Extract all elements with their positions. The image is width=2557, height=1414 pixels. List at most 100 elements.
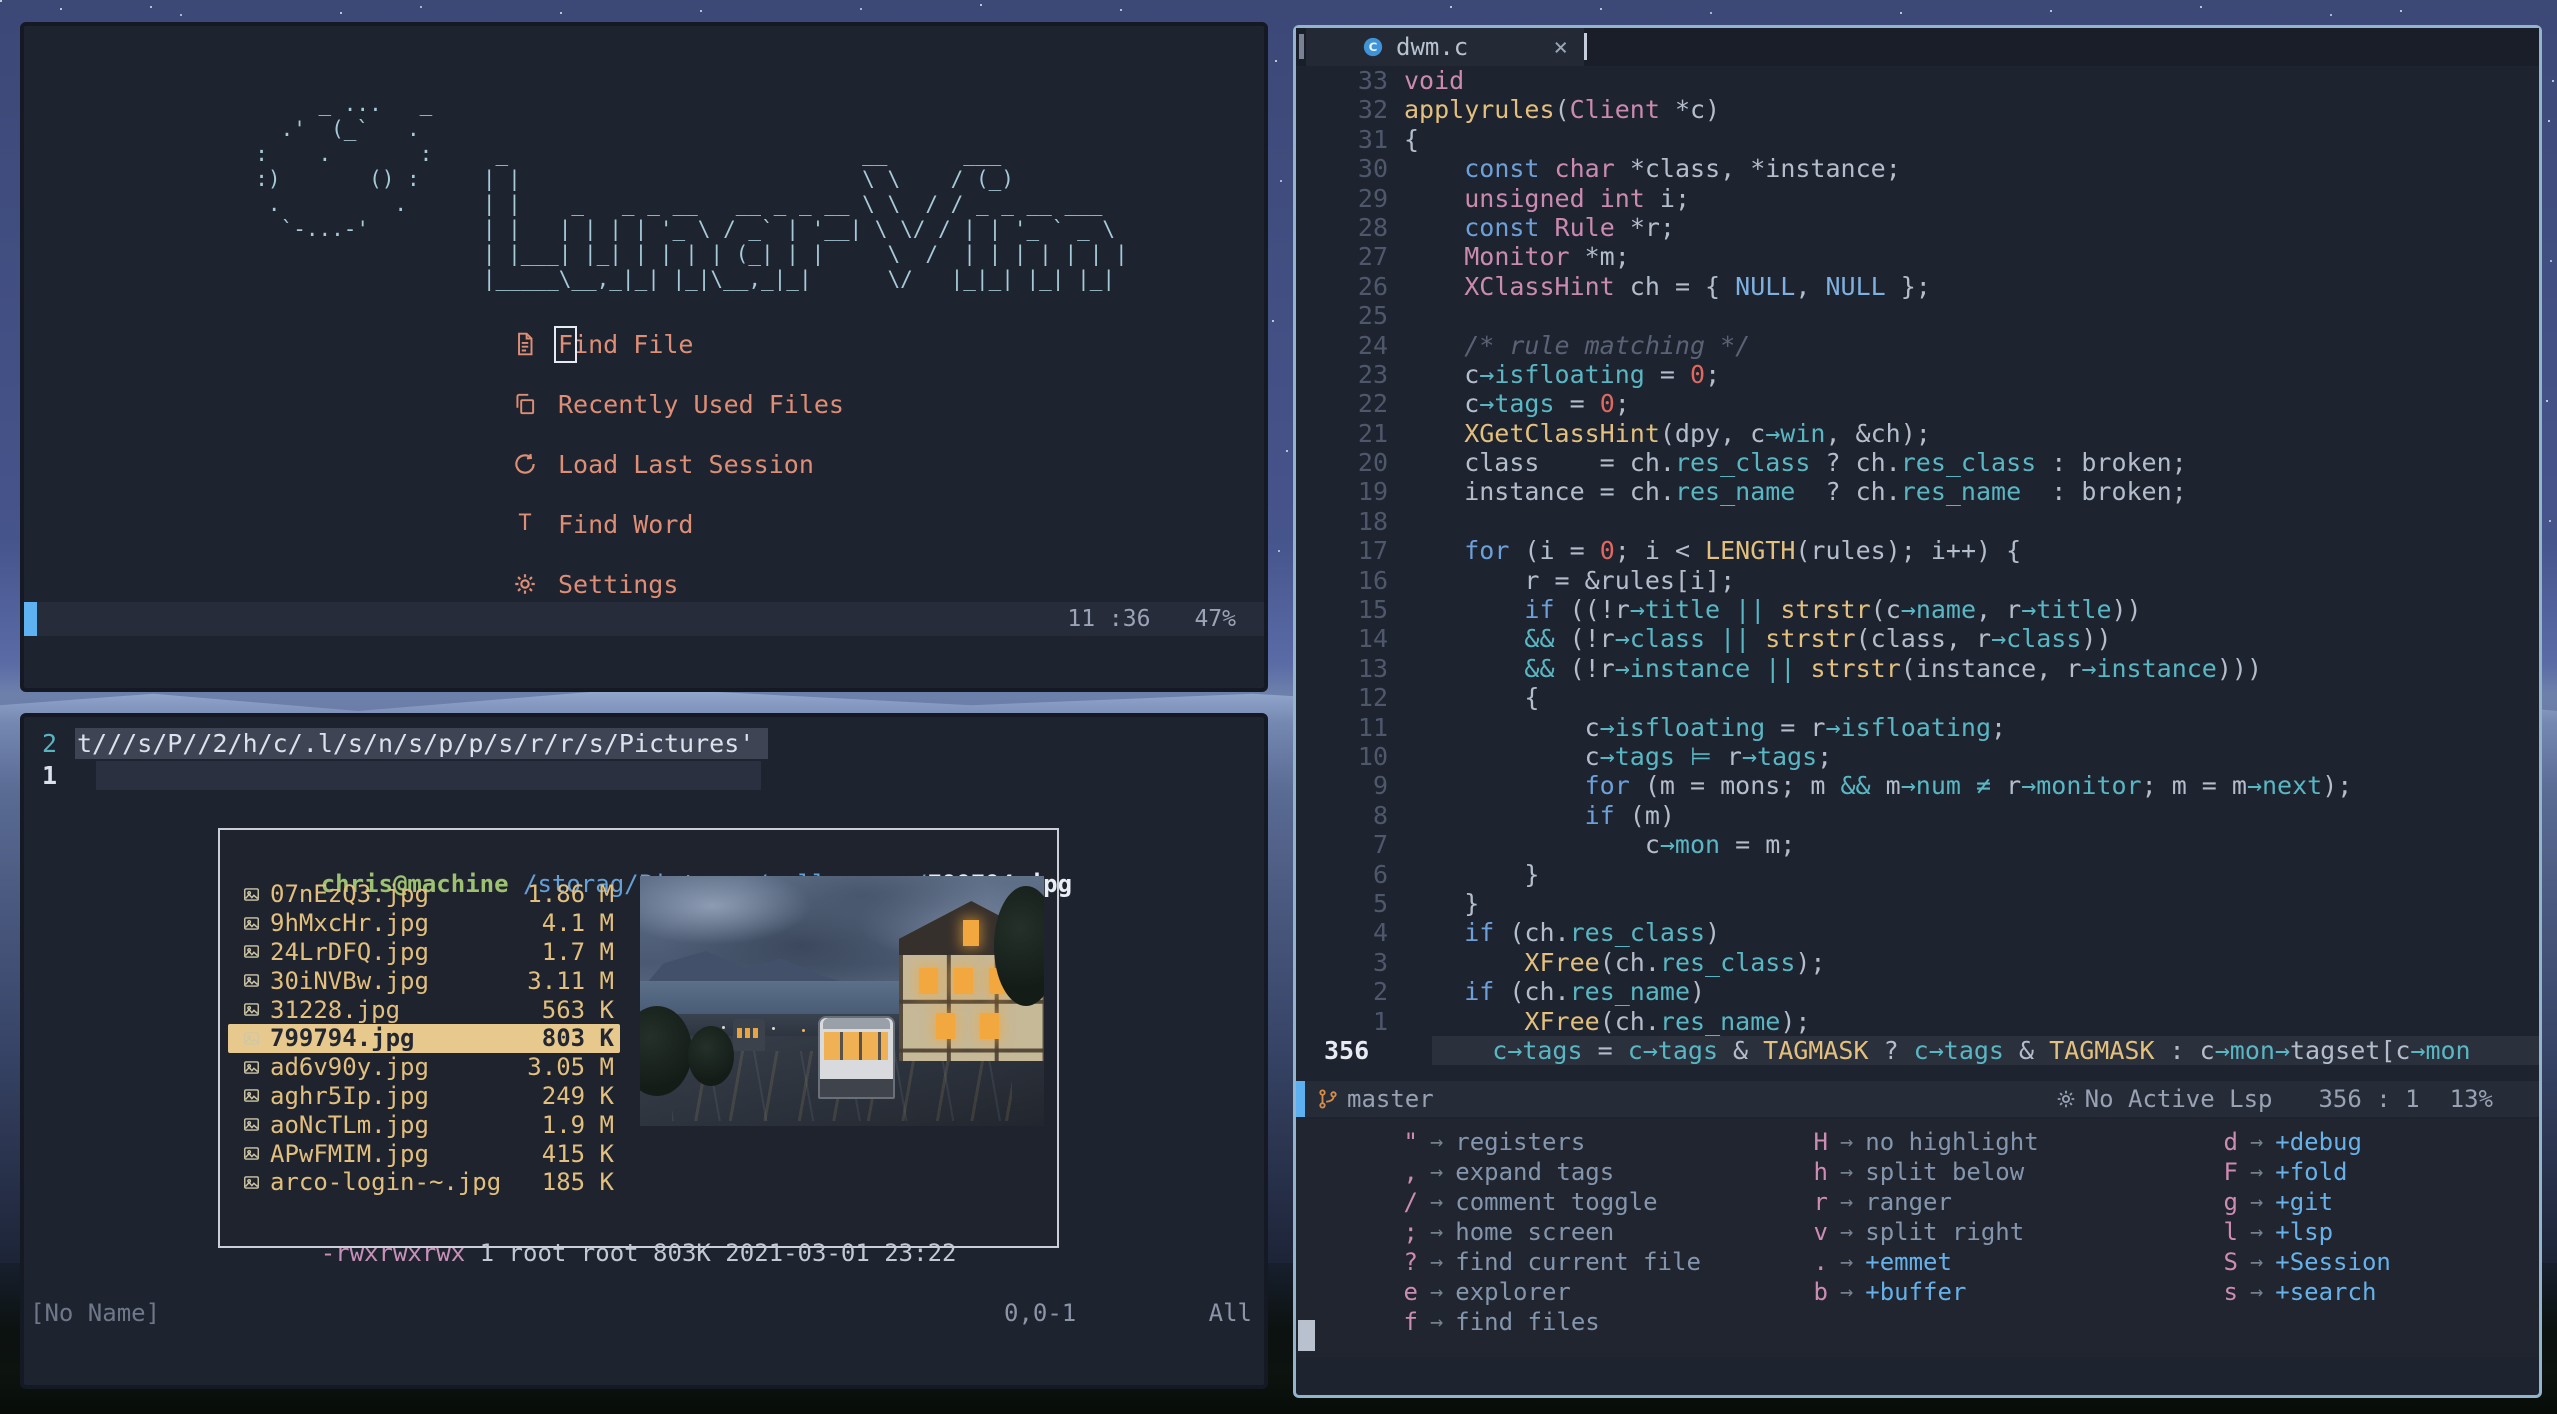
code-line-text: unsigned int i; [1464,183,1691,213]
tab-close-icon[interactable]: × [1554,33,1568,61]
code-line[interactable]: 32 applyrules(Client *c) [1296,95,2539,124]
code-line-text: c→isfloating = r→isfloating; [1404,712,2007,742]
file-name: 9hMxcHr.jpg [270,909,429,938]
whichkey-key: s [2223,1278,2238,1306]
code-line[interactable]: 23 c→isfloating = 0; [1296,360,2539,389]
file-size: 563 K [541,995,614,1024]
code-line[interactable]: 2 if (ch.res_name) [1296,977,2539,1006]
file-row[interactable]: 30iNVBw.jpg 3.11 M [228,966,620,995]
image-file-icon [242,1144,270,1163]
code-line[interactable]: 14 && (!r→class || strstr(class, r→class… [1296,624,2539,653]
code-line[interactable]: 12 { [1296,683,2539,712]
code-line[interactable]: 27 Monitor *m; [1296,242,2539,271]
menu-item-find-word[interactable]: T Find Word [512,506,693,542]
code-line[interactable]: 7 c→mon = m; [1296,830,2539,859]
line-number: 26 [1357,271,1388,301]
buffer-name: [No Name] [30,1299,161,1327]
whichkey-label: registers [1455,1128,1586,1156]
scratch-buffer-window: 2 t///s/P//2/h/c/.l/s/n/s/p/p/s/r/r/s/Pi… [20,713,1268,1389]
menu-item-settings[interactable]: Settings [512,566,678,602]
git-branch-icon [1319,1089,1337,1109]
code-line[interactable]: 29 unsigned int i; [1296,184,2539,213]
whichkey-binding: . → +emmet [1790,1247,2039,1277]
code-line[interactable]: 22 c→tags = 0; [1296,389,2539,418]
scratch-statusline: [No Name] 0,0-1 All [24,1299,1264,1331]
file-row[interactable]: 31228.jpg 563 K [228,995,620,1024]
menu-item-find-file[interactable]: Find File [512,325,694,363]
file-size: 1.9 M [541,1110,614,1139]
line-number: 22 [1357,389,1388,419]
code-line[interactable]: 25 [1296,301,2539,330]
file-row[interactable]: 07nEzQ3.jpg 1.86 M [228,880,620,909]
code-line[interactable]: 16 r = &rules[i]; [1296,566,2539,595]
buffer-line[interactable]: 2 t///s/P//2/h/c/.l/s/n/s/p/p/s/r/r/s/Pi… [24,728,769,759]
code-line[interactable]: 13 && (!r→instance || strstr(instance, r… [1296,654,2539,683]
buffer-line-current[interactable]: 1 [24,760,761,791]
cursorline-highlight [96,761,761,790]
menu-item-label: Find File [553,325,694,363]
whichkey-label: expand tags [1455,1158,1615,1186]
preview-window [980,1013,999,1039]
code-line[interactable]: 17 for (i = 0; i < LENGTH(rules); i++) { [1296,536,2539,565]
code-line[interactable]: 8 if (m) [1296,801,2539,830]
code-line[interactable]: 5 } [1296,889,2539,918]
code-line[interactable]: 15 if ((!r→title || strstr(c→name, r→tit… [1296,595,2539,624]
code-line[interactable]: 11 c→isfloating = r→isfloating; [1296,713,2539,742]
tab-title: dwm.c [1396,33,1469,61]
code-line[interactable]: 30 const char *class, *instance; [1296,154,2539,183]
code-line[interactable]: 9 for (m = mons; m && m→num ≠ r→monitor;… [1296,771,2539,800]
code-line[interactable]: 1 XFree(ch.res_name); [1296,1007,2539,1036]
file-size: 249 K [541,1081,614,1110]
code-line[interactable]: 21 XGetClassHint(dpy, c→win, &ch); [1296,419,2539,448]
file-row[interactable]: 24LrDFQ.jpg 1.7 M [228,938,620,967]
line-number: 16 [1357,565,1388,595]
line-number: 25 [1357,301,1388,331]
whichkey-label: +emmet [1865,1248,1952,1276]
file-row[interactable]: aoNcTLm.jpg 1.9 M [228,1110,620,1139]
code-line[interactable]: 3 XFree(ch.res_class); [1296,948,2539,977]
file-row[interactable]: APwFMIM.jpg 415 K [228,1139,620,1168]
code-line[interactable]: 28 const Rule *r; [1296,213,2539,242]
file-name: 31228.jpg [270,995,401,1024]
whichkey-binding: S → +Session [2200,1247,2391,1277]
file-row[interactable]: 9hMxcHr.jpg 4.1 M [228,909,620,938]
whichkey-key: g [2223,1188,2238,1216]
file-row-selected[interactable]: 799794.jpg 803 K [228,1023,620,1053]
line-number: 27 [1357,242,1388,272]
code-line[interactable]: 4 if (ch.res_class) [1296,918,2539,947]
file-row[interactable]: arco-login-~.jpg 185 K [228,1168,620,1197]
code-line[interactable]: 33 void [1296,66,2539,95]
whichkey-key: d [2223,1128,2238,1156]
code-line-text: } [1404,888,1480,918]
code-line-current[interactable]: 356 c→tags = c→tags & TAGMASK ? c→tags &… [1296,1035,2539,1066]
line-number: 12 [1357,683,1388,713]
code-line[interactable]: 6 } [1296,860,2539,889]
arrow-right-icon: → [1430,1279,1444,1305]
editor-statusline: master No Active Lsp 356 : 1 13% [1296,1081,2539,1117]
preview-window [953,968,973,994]
whichkey-key: S [2223,1248,2238,1276]
statusline-accent [24,602,37,636]
code-line[interactable]: 18 [1296,507,2539,536]
menu-item-load-last-session[interactable]: Load Last Session [512,446,814,482]
image-file-icon [242,1173,270,1192]
file-row[interactable]: aghr5Ip.jpg 249 K [228,1082,620,1111]
arrow-right-icon: → [1430,1249,1444,1275]
preview-cablecar [817,1016,895,1099]
line-number: 7 [1372,830,1388,860]
tab-dwm-c[interactable]: C dwm.c × [1306,28,1584,66]
code-line[interactable]: 19 instance = ch.res_name ? ch.res_name … [1296,477,2539,506]
code-line[interactable]: 24 /* rule matching */ [1296,331,2539,360]
whichkey-column: d → +debug F → +fold g → +git l → +lsp S → +Session s → +… [2200,1127,2391,1307]
file-row[interactable]: ad6v90y.jpg 3.05 M [228,1053,620,1082]
code-line[interactable]: 31 { [1296,125,2539,154]
line-number: 6 [1372,859,1388,889]
whichkey-binding: r → ranger [1790,1187,2039,1217]
code-line-text: const Rule *r; [1464,212,1675,242]
code-line[interactable]: 20 class = ch.res_class ? ch.res_class :… [1296,448,2539,477]
line-number: 19 [1357,477,1388,507]
menu-item-recently-used-files[interactable]: Recently Used Files [512,386,844,422]
code-line[interactable]: 10 c→tags ⊨ r→tags; [1296,742,2539,771]
whichkey-key: H [1813,1128,1828,1156]
code-line[interactable]: 26 XClassHint ch = { NULL, NULL }; [1296,272,2539,301]
